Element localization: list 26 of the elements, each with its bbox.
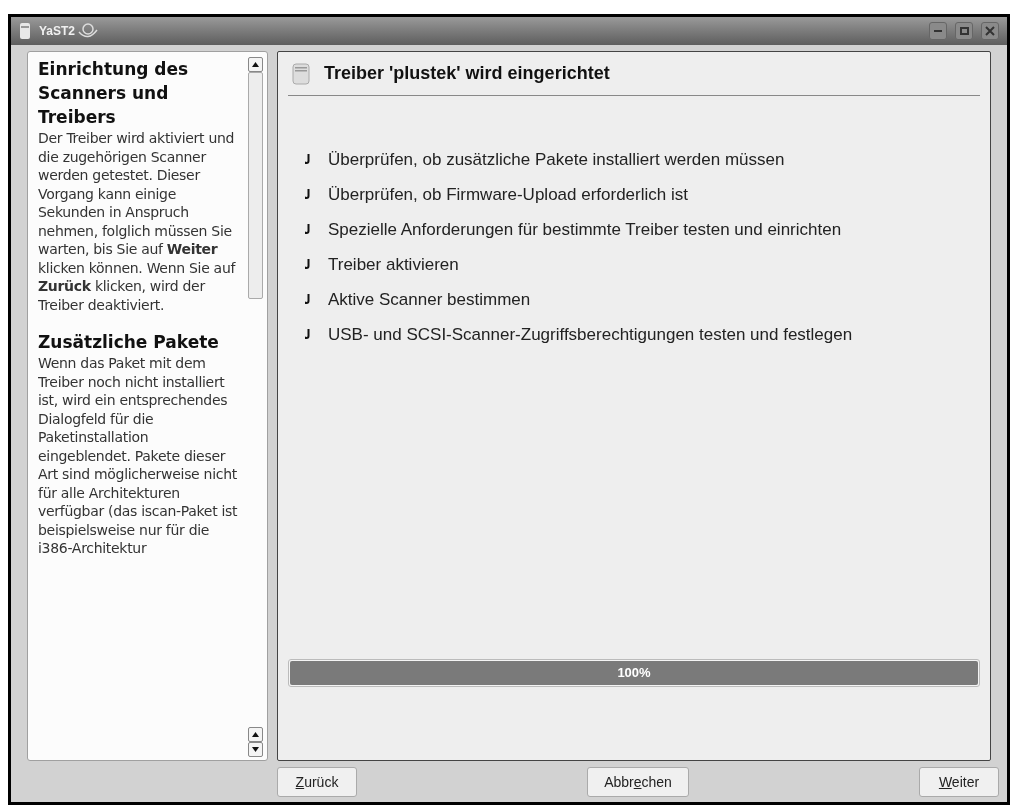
window-app-icon (19, 22, 31, 40)
step-label: Aktive Scanner bestimmen (328, 288, 531, 311)
help-heading: Einrichtung des Scanners und Treibers (38, 58, 190, 129)
dialog-button[interactable]: Weiter (919, 767, 999, 797)
scrollbar-thumb[interactable] (248, 72, 263, 299)
step-label: Treiber aktivieren (328, 253, 459, 276)
dialog-button[interactable]: Abbrechen (587, 767, 689, 797)
step-label: USB- und SCSI-Scanner-Zugriffsberechtigungen testen und festlegen (328, 323, 853, 346)
maximize-button[interactable] (955, 22, 973, 40)
close-icon (985, 26, 995, 36)
progress-label: 100% (616, 664, 652, 683)
dialog-button[interactable]: Zurück (277, 767, 357, 797)
help-paragraph: Der Treiber wird aktiviert und die zugehörigen Scanner werden getestet. Dieser Vorgang kann einige Sekunden in Anspruch nehmen, folglich müssen Sie warten, bis Sie auf Weiter klicken können. Wenn Sie auf Zurück klicken, wird der Treiber deaktiviert. (38, 129, 237, 314)
step-label: Überprüfen, ob Firmware-Upload erforderlich ist (328, 183, 688, 206)
step-label: Spezielle Anforderungen für bestimmte Treiber testen und einrichten (328, 218, 842, 241)
scroll-up-icon[interactable] (248, 727, 263, 742)
scroll-up-icon[interactable] (248, 57, 263, 72)
window-title: YaST2 (39, 23, 76, 40)
help-paragraph: Wenn das Paket mit dem Treiber noch nicht installiert ist, wird ein entsprechendes Dialogfeld für die Paketinstallation eingeblendet. Pakete dieser Art sind möglicherweise nicht für alle Architekturen verfügbar (das iscan-Paket ist beispielsweise nur für die i386-Architektur (38, 354, 239, 558)
panel-title: Treiber 'plustek' wird eingerichtet (324, 62, 610, 85)
step-label: Überprüfen, ob zusätzliche Pakete installiert werden müssen (328, 148, 785, 171)
scanner-icon (292, 62, 310, 85)
minimize-button[interactable] (929, 22, 947, 40)
scroll-down-icon[interactable] (248, 742, 263, 757)
close-button[interactable] (981, 22, 999, 40)
help-heading: Zusätzliche Pakete (38, 331, 220, 354)
